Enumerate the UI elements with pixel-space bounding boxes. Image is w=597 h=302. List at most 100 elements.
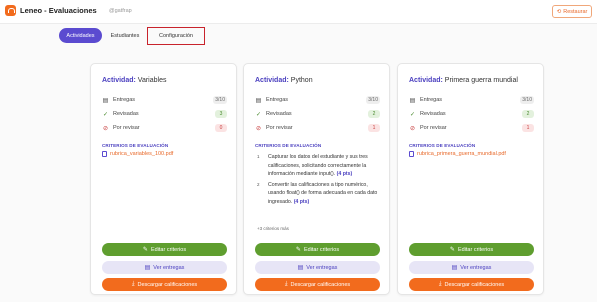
- criteria-title: CRITERIOS DE EVALUACIÓN: [102, 143, 169, 148]
- criteria-list: 1 Capturar los datos del estudiante y su…: [257, 153, 382, 208]
- criteria-title: CRITERIOS DE EVALUACIÓN: [255, 143, 322, 148]
- view-submissions-label: Ver entregas: [306, 264, 338, 271]
- stat-badge: 2: [368, 110, 380, 118]
- stat-row-entregas: ▤ Entregas 3/10: [255, 95, 380, 105]
- alert-icon: ⊘: [102, 125, 109, 132]
- criteria-file-name: rubrica_primera_guerra_mundial.pdf: [417, 151, 506, 157]
- app-title: Leneo - Evaluaciones: [20, 6, 97, 15]
- view-submissions-button[interactable]: ▤ Ver entregas: [409, 261, 534, 274]
- criteria-number: 2: [257, 181, 260, 187]
- criteria-item: 2 Convertir las calificaciones a tipo nu…: [257, 181, 382, 207]
- stat-label: Entregas: [266, 97, 289, 103]
- activity-card-python: Actividad: Python ▤ Entregas 3/10 ✓ Revi…: [243, 63, 390, 295]
- stat-badge: 0: [215, 124, 227, 132]
- criteria-text: Capturar los datos del estudiante y sus …: [268, 154, 368, 177]
- card-title: Actividad: Variables: [102, 77, 166, 84]
- criteria-item: 1 Capturar los datos del estudiante y su…: [257, 153, 382, 179]
- stat-label: Entregas: [420, 97, 443, 103]
- restore-label: Restaurar: [563, 8, 588, 15]
- stat-label: Por revisar: [266, 125, 293, 131]
- stat-label: Revisadas: [420, 111, 446, 117]
- file-icon: [409, 151, 414, 157]
- stat-badge: 3: [215, 110, 227, 118]
- file-icon: [102, 151, 107, 157]
- stat-badge: 1: [368, 124, 380, 132]
- document-icon: ▤: [102, 97, 109, 104]
- criteria-file-name: rubrica_variables_100.pdf: [110, 151, 174, 157]
- tab-actividades[interactable]: Actividades: [59, 28, 102, 43]
- card-title-name: Python: [290, 77, 313, 84]
- download-grades-label: Descargar calificaciones: [137, 281, 198, 288]
- stat-row-por-revisar: ⊘ Por revisar 1: [255, 123, 380, 133]
- stat-row-por-revisar: ⊘ Por revisar 0: [102, 123, 227, 133]
- edit-criteria-button[interactable]: ✎ Editar criterios: [255, 243, 380, 256]
- edit-criteria-button[interactable]: ✎ Editar criterios: [409, 243, 534, 256]
- stat-label: Revisadas: [266, 111, 292, 117]
- tab-estudiantes[interactable]: Estudiantes: [107, 28, 143, 43]
- criteria-text: Convertir las calificaciones a tipo numé…: [268, 181, 378, 205]
- stat-badge: 3/10: [366, 96, 380, 104]
- view-submissions-label: Ver entregas: [153, 264, 185, 271]
- document-icon: ▤: [297, 265, 304, 271]
- stat-row-entregas: ▤ Entregas 3/10: [102, 95, 227, 105]
- pencil-icon: ✎: [449, 247, 455, 253]
- pencil-icon: ✎: [142, 247, 148, 253]
- stat-row-revisadas: ✓ Revisadas 2: [409, 109, 534, 119]
- app-logo-icon: [5, 5, 16, 16]
- activity-card-variables: Actividad: Variables ▤ Entregas 3/10 ✓ R…: [90, 63, 237, 295]
- check-icon: ✓: [255, 111, 262, 118]
- stat-label: Por revisar: [420, 125, 447, 131]
- stat-row-revisadas: ✓ Revisadas 3: [102, 109, 227, 119]
- stat-row-por-revisar: ⊘ Por revisar 1: [409, 123, 534, 133]
- criteria-points: (4 pts): [293, 198, 310, 205]
- activity-card-primera-guerra: Actividad: Primera guerra mundial ▤ Entr…: [397, 63, 544, 295]
- alert-icon: ⊘: [255, 125, 262, 132]
- download-grades-button[interactable]: ⤓ Descargar calificaciones: [102, 278, 227, 291]
- stat-label: Entregas: [113, 97, 136, 103]
- edit-criteria-label: Editar criterios: [303, 246, 340, 253]
- document-icon: ▤: [451, 265, 458, 271]
- stat-badge: 2: [522, 110, 534, 118]
- edit-criteria-button[interactable]: ✎ Editar criterios: [102, 243, 227, 256]
- criteria-points: (4 pts): [336, 171, 353, 177]
- more-criteria-link[interactable]: +3 criterios más: [257, 226, 289, 231]
- edit-criteria-label: Editar criterios: [457, 246, 494, 253]
- edit-criteria-label: Editar criterios: [150, 246, 187, 253]
- download-icon: ⤓: [131, 281, 135, 287]
- download-icon: ⤓: [284, 281, 288, 287]
- stat-row-revisadas: ✓ Revisadas 2: [255, 109, 380, 119]
- top-bar: Leneo - Evaluaciones @gatfrap ⟲ Restaura…: [0, 0, 597, 24]
- criteria-title: CRITERIOS DE EVALUACIÓN: [409, 143, 476, 148]
- tab-configuracion[interactable]: Configuración: [147, 27, 205, 45]
- download-grades-button[interactable]: ⤓ Descargar calificaciones: [255, 278, 380, 291]
- stat-badge: 1: [522, 124, 534, 132]
- card-title-keyword: Actividad:: [255, 77, 289, 84]
- document-icon: ▤: [144, 265, 151, 271]
- download-grades-label: Descargar calificaciones: [290, 281, 351, 288]
- criteria-number: 1: [257, 154, 260, 159]
- criteria-file-link[interactable]: rubrica_primera_guerra_mundial.pdf: [409, 151, 506, 157]
- download-grades-button[interactable]: ⤓ Descargar calificaciones: [409, 278, 534, 291]
- check-icon: ✓: [102, 111, 109, 118]
- stat-label: Por revisar: [113, 125, 140, 131]
- stat-badge: 3/10: [520, 96, 534, 104]
- restore-button[interactable]: ⟲ Restaurar: [552, 5, 592, 18]
- download-grades-label: Descargar calificaciones: [444, 281, 505, 288]
- restore-icon: ⟲: [556, 8, 562, 15]
- card-title-name: Variables: [137, 77, 167, 84]
- alert-icon: ⊘: [409, 125, 416, 132]
- card-title: Actividad: Python: [255, 77, 313, 84]
- card-title-keyword: Actividad:: [409, 77, 443, 84]
- stat-label: Revisadas: [113, 111, 139, 117]
- app-user: @gatfrap: [109, 7, 132, 14]
- card-title-keyword: Actividad:: [102, 77, 136, 84]
- stat-badge: 3/10: [213, 96, 227, 104]
- view-submissions-label: Ver entregas: [460, 264, 492, 271]
- check-icon: ✓: [409, 111, 416, 118]
- document-icon: ▤: [409, 97, 416, 104]
- criteria-file-link[interactable]: rubrica_variables_100.pdf: [102, 151, 173, 157]
- download-icon: ⤓: [438, 281, 442, 287]
- view-submissions-button[interactable]: ▤ Ver entregas: [102, 261, 227, 274]
- stat-row-entregas: ▤ Entregas 3/10: [409, 95, 534, 105]
- view-submissions-button[interactable]: ▤ Ver entregas: [255, 261, 380, 274]
